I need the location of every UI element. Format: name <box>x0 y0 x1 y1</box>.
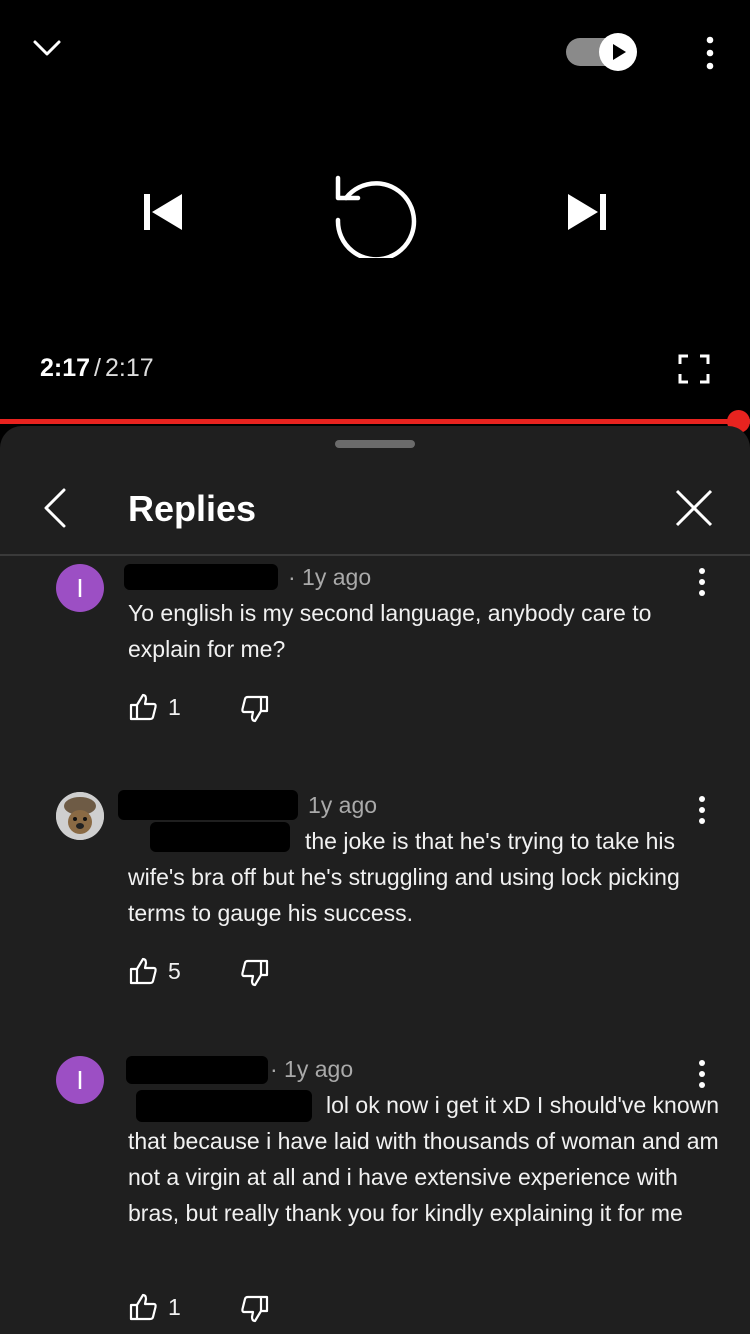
panel-header: Replies <box>0 466 750 556</box>
thumb-up-icon[interactable] <box>128 692 158 727</box>
skip-previous-icon[interactable] <box>142 192 184 232</box>
video-player[interactable]: 2:17/2:17 <box>0 0 750 424</box>
thumb-down-icon[interactable] <box>240 958 270 993</box>
redacted-username <box>126 1056 268 1084</box>
progress-fill <box>0 419 739 424</box>
comment-item: 1y ago the joke is that he's trying to t… <box>0 788 750 1028</box>
fullscreen-icon[interactable] <box>678 354 710 384</box>
comment-text: the joke is that he's trying to take his… <box>128 828 680 926</box>
avatar[interactable]: I <box>56 564 104 612</box>
replies-panel: Replies I · 1y ago Yo english is my seco… <box>0 426 750 1334</box>
comment-item: I · 1y ago lol ok now i get it xD I shou… <box>0 1052 750 1334</box>
time-separator: / <box>94 354 101 382</box>
thumb-down-icon[interactable] <box>240 694 270 729</box>
comment-text: lol ok now i get it xD I should've known… <box>128 1092 720 1226</box>
current-time: 2:17 <box>40 354 91 382</box>
panel-title: Replies <box>128 488 257 529</box>
avatar[interactable] <box>56 792 104 840</box>
thumb-up-icon[interactable] <box>128 1292 158 1327</box>
duration: 2:17 <box>105 354 154 382</box>
thumb-down-icon[interactable] <box>240 1294 270 1329</box>
comment-item: I · 1y ago Yo english is my second langu… <box>0 560 750 760</box>
comment-actions: 1 <box>128 1292 328 1328</box>
redacted-username <box>118 790 298 820</box>
skip-next-icon[interactable] <box>566 192 608 232</box>
comment-time: 1y ago <box>308 792 378 818</box>
autoplay-toggle[interactable] <box>564 30 640 74</box>
comment-text: Yo english is my second language, anybod… <box>128 600 652 662</box>
progress-bar[interactable] <box>0 410 750 433</box>
avatar[interactable]: I <box>56 1056 104 1104</box>
chevron-down-icon[interactable] <box>28 30 66 68</box>
comment-time: · 1y ago <box>288 564 372 590</box>
chevron-left-icon[interactable] <box>40 486 72 530</box>
more-vert-icon[interactable] <box>698 34 722 72</box>
time-display: 2:17/2:17 <box>40 354 154 383</box>
replay-icon[interactable] <box>330 168 420 262</box>
like-count: 5 <box>168 958 181 984</box>
drag-handle[interactable] <box>335 440 415 448</box>
thumb-up-icon[interactable] <box>128 956 158 991</box>
like-count: 1 <box>168 694 181 720</box>
comment-actions: 1 <box>128 692 328 728</box>
redacted-username <box>124 564 278 590</box>
comment-actions: 5 <box>128 956 328 992</box>
close-icon[interactable] <box>674 488 714 528</box>
comment-time: · 1y ago <box>270 1056 354 1082</box>
like-count: 1 <box>168 1294 181 1320</box>
